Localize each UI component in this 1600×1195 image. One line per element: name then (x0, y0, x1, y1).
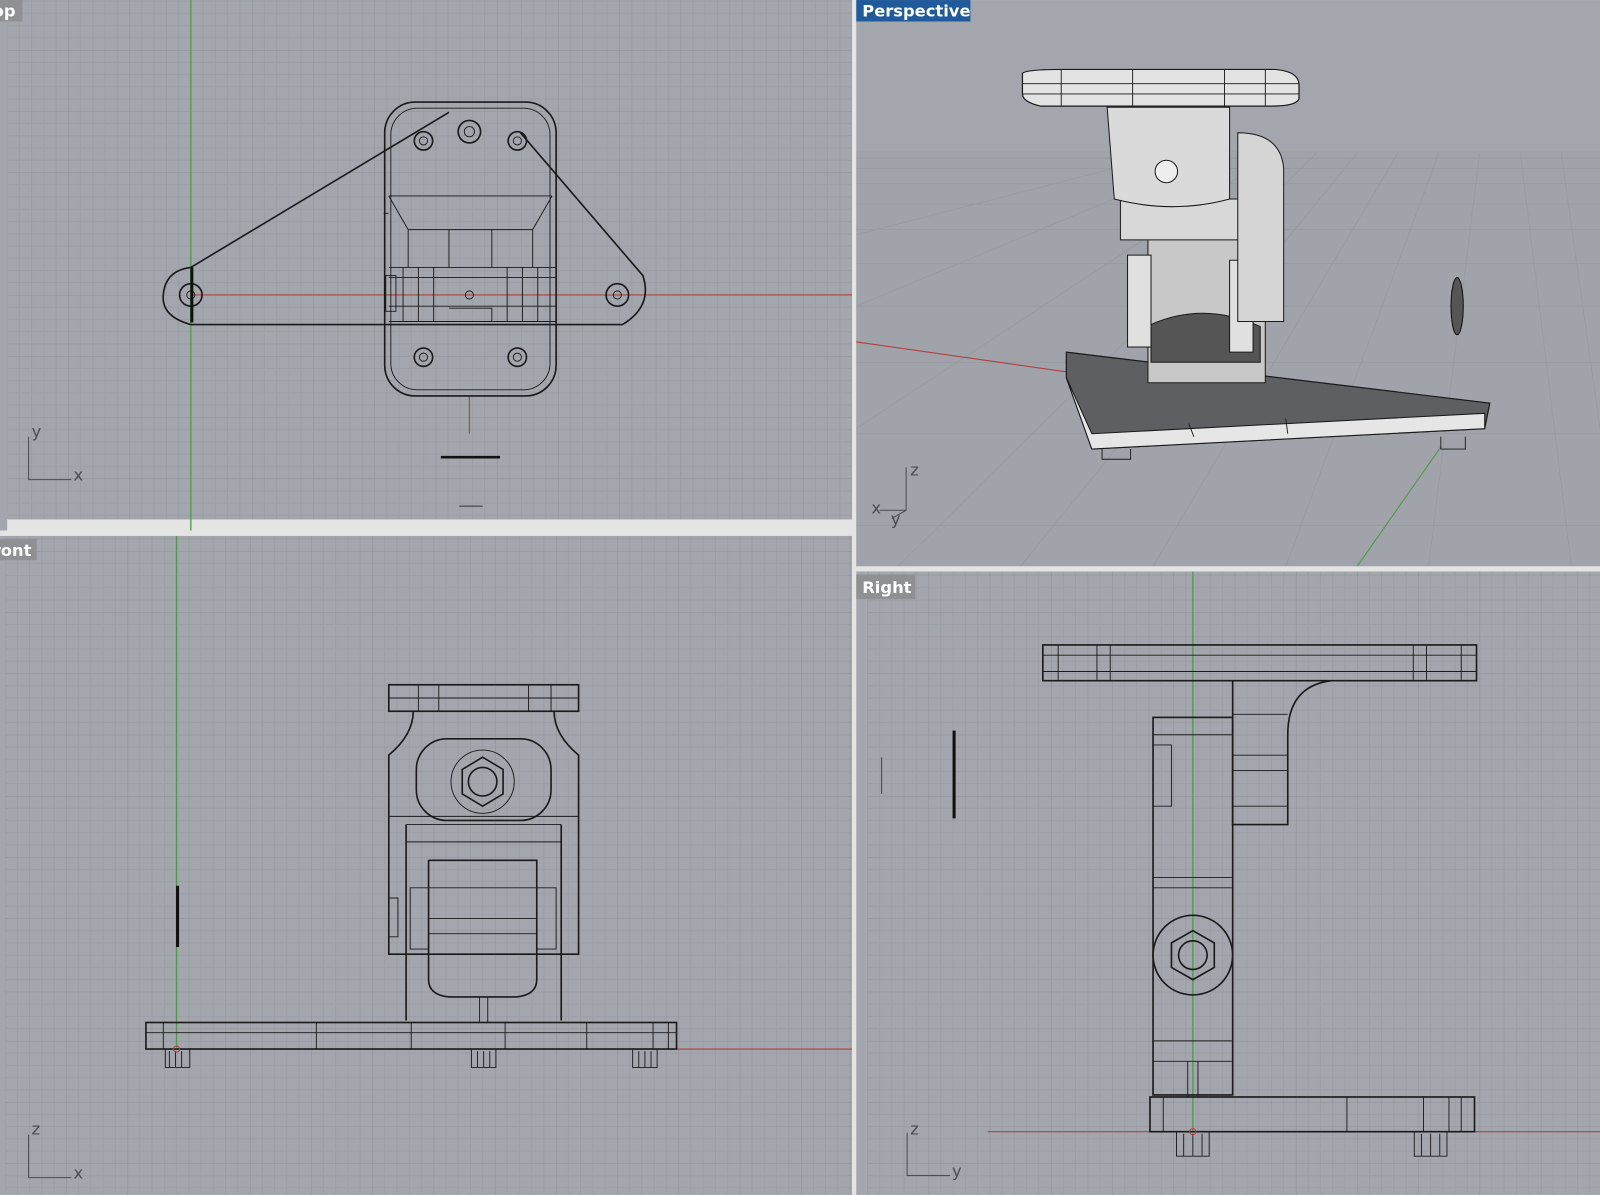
svg-text:x: x (73, 1164, 83, 1183)
svg-text:x: x (871, 498, 881, 517)
svg-text:Perspective: Perspective (862, 1, 970, 20)
svg-text:z: z (910, 461, 919, 480)
viewport-front[interactable]: z x Front (0, 535, 857, 1195)
svg-text:Front: Front (0, 541, 32, 560)
grid (7, 0, 853, 520)
viewport-perspective[interactable]: z x y Perspective (856, 0, 1600, 567)
viewport-label-front[interactable]: Front (0, 538, 37, 561)
svg-text:Right: Right (862, 578, 911, 597)
viewport-divider-left[interactable] (0, 530, 853, 536)
viewport-label-right[interactable]: Right (856, 574, 916, 600)
svg-text:y: y (891, 510, 901, 529)
svg-text:x: x (73, 466, 83, 485)
viewport-layout: y x Top (0, 0, 1600, 1195)
viewport-right[interactable]: z y Right (856, 571, 1600, 1195)
viewport-label-top[interactable]: Top (0, 0, 23, 22)
svg-text:z: z (32, 1120, 41, 1139)
svg-text:z: z (910, 1120, 919, 1139)
svg-text:y: y (32, 422, 42, 441)
viewport-label-perspective[interactable]: Perspective (856, 0, 971, 22)
viewport-top[interactable]: y x Top (0, 0, 859, 531)
viewport-divider-vertical[interactable] (852, 0, 857, 1195)
svg-text:y: y (952, 1162, 962, 1181)
viewport-divider-right[interactable] (856, 566, 1600, 572)
svg-text:Top: Top (0, 1, 16, 20)
